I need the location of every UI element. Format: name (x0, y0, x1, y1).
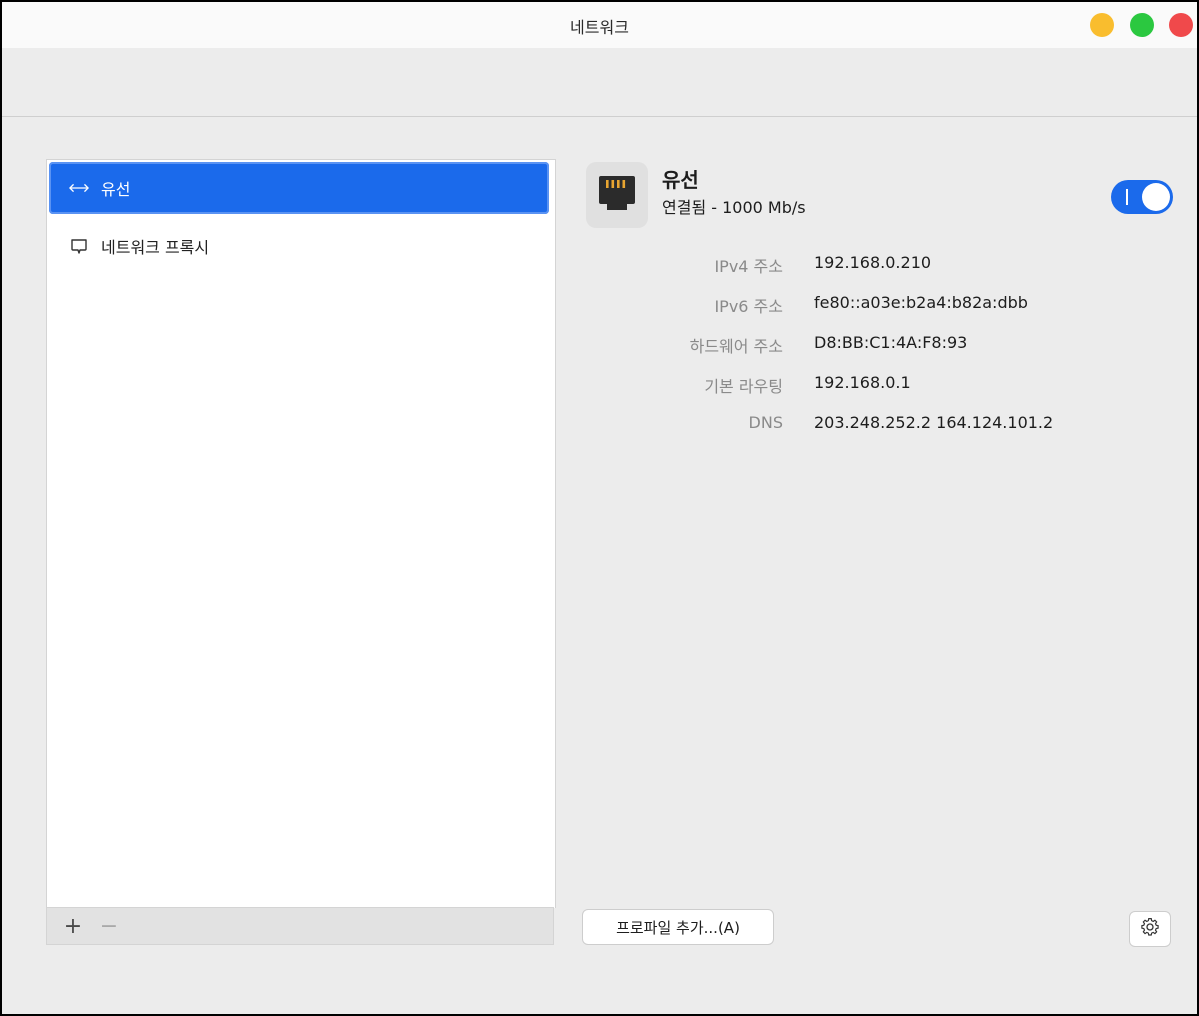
remove-connection-button[interactable]: − (91, 908, 127, 944)
gear-icon (1140, 917, 1160, 941)
add-profile-button[interactable]: 프로파일 추가...(A) (582, 909, 774, 945)
close-button[interactable] (1169, 13, 1193, 37)
info-label: IPv4 주소 (714, 257, 783, 276)
add-connection-button[interactable]: + (55, 908, 91, 944)
sidebar-item-wired[interactable]: 유선 (49, 162, 549, 214)
toolbar (2, 48, 1197, 117)
minimize-button[interactable] (1090, 13, 1114, 37)
connection-header: 유선 연결됨 - 1000 Mb/s (586, 162, 1176, 232)
sidebar-item-label: 유선 (101, 180, 131, 199)
network-settings-window: 네트워크 유선 네트워크 프록시 + − 유선 연결됨 - 1000 Mb/s … (0, 0, 1199, 1016)
info-value: fe80::a03e:b2a4:b82a:dbb (814, 293, 1028, 312)
connection-status: 연결됨 - 1000 Mb/s (662, 198, 806, 217)
info-label: IPv6 주소 (714, 297, 783, 316)
info-label: 기본 라우팅 (704, 377, 783, 396)
title-bar: 네트워크 (2, 2, 1197, 48)
info-row-ipv6: IPv6 주소 fe80::a03e:b2a4:b82a:dbb (586, 293, 1186, 317)
info-label: 하드웨어 주소 (689, 337, 783, 356)
info-value: 192.168.0.210 (814, 253, 932, 272)
info-value: 192.168.0.1 (814, 373, 911, 392)
sidebar-footer: + − (46, 907, 554, 945)
info-row-default-route: 기본 라우팅 192.168.0.1 (586, 373, 1186, 397)
connection-list: 유선 네트워크 프록시 (46, 159, 556, 908)
connection-toggle[interactable] (1111, 180, 1173, 214)
ethernet-port-icon (586, 162, 648, 228)
sidebar-item-network-proxy[interactable]: 네트워크 프록시 (49, 220, 549, 272)
ethernet-arrows-icon (69, 178, 89, 198)
window-title: 네트워크 (570, 18, 629, 37)
maximize-button[interactable] (1130, 13, 1154, 37)
info-row-ipv4: IPv4 주소 192.168.0.210 (586, 253, 1186, 277)
toggle-knob (1142, 183, 1170, 211)
connection-name: 유선 (662, 168, 699, 192)
info-row-dns: DNS 203.248.252.2 164.124.101.2 (586, 413, 1186, 437)
info-value: 203.248.252.2 164.124.101.2 (814, 413, 1054, 432)
proxy-icon (69, 236, 89, 256)
info-label: DNS (748, 413, 783, 432)
sidebar-item-label: 네트워크 프록시 (101, 238, 210, 257)
info-value: D8:BB:C1:4A:F8:93 (814, 333, 968, 352)
settings-button[interactable] (1129, 911, 1171, 947)
toggle-on-mark (1126, 189, 1128, 205)
info-row-hardware-address: 하드웨어 주소 D8:BB:C1:4A:F8:93 (586, 333, 1186, 357)
